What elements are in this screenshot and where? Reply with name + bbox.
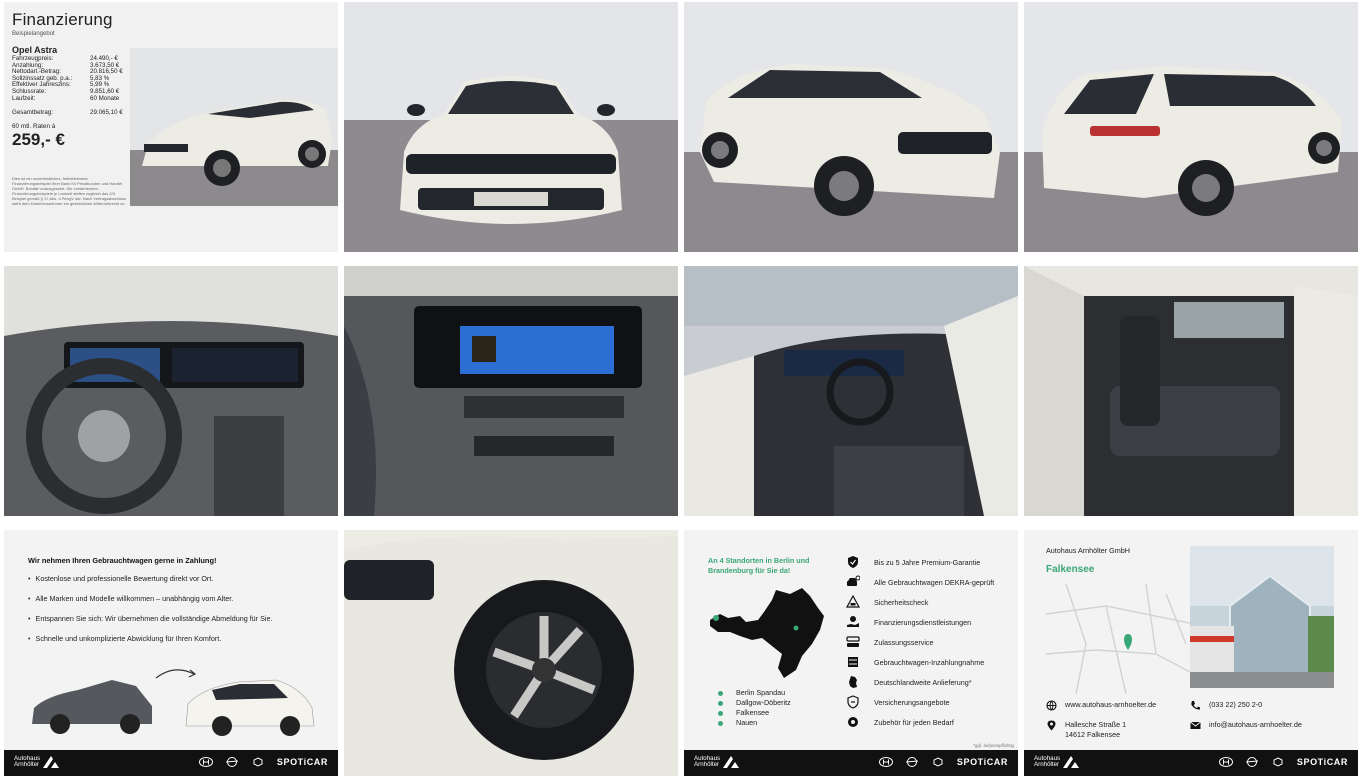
opel-logo-icon bbox=[905, 757, 918, 767]
website-link[interactable]: www.autohaus-arnhoelter.de bbox=[1065, 700, 1156, 710]
opel-logo-icon bbox=[1245, 757, 1258, 767]
locations-tile[interactable]: An 4 Standorten in Berlin und Brandenbur… bbox=[684, 530, 1018, 776]
email-contact[interactable]: info@autohaus-arnhoelter.de bbox=[1190, 720, 1302, 731]
envelope-icon bbox=[1190, 721, 1201, 729]
peugeot-logo-icon bbox=[933, 757, 943, 767]
list-item: Berlin Spandau bbox=[716, 688, 791, 698]
phone-icon bbox=[1191, 701, 1200, 710]
financing-model: Opel Astra bbox=[12, 45, 58, 55]
list-item: Entspannen Sie sich: Wir übernehmen die … bbox=[28, 614, 273, 634]
hyundai-logo-icon bbox=[878, 757, 893, 767]
list-item: Sicherheitscheck bbox=[846, 592, 994, 612]
financing-tile[interactable]: Finanzierung Beispielangebot Opel Astra … bbox=[4, 2, 338, 252]
globe-icon bbox=[1046, 700, 1057, 711]
car-photo-infotainment[interactable] bbox=[344, 266, 678, 516]
list-item: Bis zu 5 Jahre Premium-Garantie bbox=[846, 552, 994, 572]
spoticar-logo: SPOTiCAR bbox=[276, 757, 328, 767]
footer-bar: Autohaus Arnhölter SPOTiCAR bbox=[1024, 750, 1358, 776]
peugeot-logo-icon bbox=[1273, 757, 1283, 767]
car-photo-driver-door-open[interactable] bbox=[684, 266, 1018, 516]
opel-logo-icon bbox=[225, 757, 238, 767]
list-item: Alle Marken und Modelle willkommen – una… bbox=[28, 594, 272, 614]
car-photo-wheel-detail[interactable] bbox=[344, 530, 678, 776]
company-name: Autohaus Arnhölter GmbH bbox=[1046, 546, 1130, 555]
germany-map-icon bbox=[849, 676, 857, 688]
location-list: Berlin Spandau Dallgow-Döberitz Falkense… bbox=[716, 688, 791, 728]
trade-in-list: Kostenlose und professionelle Bewertung … bbox=[28, 574, 273, 654]
license-plate-icon bbox=[846, 636, 860, 647]
footer-bar: Autohaus Arnhölter SPOTiCAR bbox=[4, 750, 338, 776]
brandenburg-map bbox=[710, 588, 824, 678]
financing-title: Finanzierung bbox=[12, 10, 113, 29]
address-contact: Hallesche Straße 1 14612 Falkensee bbox=[1046, 720, 1126, 740]
car-photo-front[interactable] bbox=[344, 2, 678, 252]
car-photo-front-three-quarter bbox=[130, 48, 338, 206]
list-item: Dallgow-Döberitz bbox=[716, 698, 791, 708]
car-photo-side-front[interactable] bbox=[684, 2, 1018, 252]
arnhoelter-logo-icon bbox=[723, 756, 740, 769]
location-map bbox=[1046, 584, 1194, 694]
financing-details: Finanzierung Beispielangebot Opel Astra … bbox=[4, 2, 130, 252]
email-link[interactable]: info@autohaus-arnhoelter.de bbox=[1209, 720, 1302, 730]
car-photo-cockpit[interactable] bbox=[4, 266, 338, 516]
spoticar-logo: SPOTiCAR bbox=[1296, 757, 1348, 767]
insurance-shield-icon bbox=[847, 695, 859, 709]
financing-row: Laufzeit: 60 Monate bbox=[12, 94, 120, 102]
arnhoelter-logo-icon bbox=[1063, 756, 1080, 769]
car-swap-icon bbox=[848, 657, 858, 667]
address-text: Hallesche Straße 1 14612 Falkensee bbox=[1065, 720, 1127, 739]
arnhoelter-logo-icon bbox=[43, 756, 60, 769]
list-item: Gebrauchtwagen-Inzahlungnahme bbox=[846, 652, 994, 672]
phone-contact[interactable]: (033 22) 250 2-0 bbox=[1190, 700, 1262, 711]
spoticar-logo: SPOTiCAR bbox=[956, 757, 1008, 767]
locations-footnote: *ggf. aufpreispflichtig bbox=[973, 743, 1014, 748]
financing-subtitle: Beispielangebot bbox=[12, 31, 55, 37]
trade-in-heading: Wir nehmen Ihren Gebrauchtwagen gerne in… bbox=[28, 556, 217, 565]
service-feature-list: Bis zu 5 Jahre Premium-Garantie Alle Geb… bbox=[846, 552, 994, 732]
website-contact[interactable]: www.autohaus-arnhoelter.de bbox=[1046, 700, 1156, 711]
dealership-photo bbox=[1190, 546, 1334, 688]
shield-check-icon bbox=[848, 556, 858, 568]
list-item: Kostenlose und professionelle Bewertung … bbox=[28, 574, 272, 594]
peugeot-logo-icon bbox=[253, 757, 263, 767]
financing-rates-label: 60 mtl. Raten à bbox=[12, 122, 56, 130]
list-item: Deutschlandweite Anlieferung* bbox=[846, 672, 994, 692]
money-hand-icon bbox=[847, 616, 859, 627]
list-item: Nauen bbox=[716, 718, 791, 728]
list-item: Alle Gebrauchtwagen DEKRA-geprüft bbox=[846, 572, 994, 592]
hyundai-logo-icon bbox=[1218, 757, 1233, 767]
partner-logos: SPOTiCAR bbox=[1218, 757, 1348, 767]
accessories-gear-icon bbox=[848, 717, 858, 727]
hyundai-logo-icon bbox=[198, 757, 213, 767]
autohaus-logo: Autohaus Arnhölter bbox=[1034, 755, 1080, 769]
list-item: Versicherungsangebote bbox=[846, 692, 994, 712]
vehicle-image-gallery: Finanzierung Beispielangebot Opel Astra … bbox=[0, 0, 1363, 776]
car-inspection-icon bbox=[847, 575, 860, 586]
financing-total: Gesamtbetrag: 29.065,10 € bbox=[12, 109, 123, 117]
financing-table: Fahrzeugpreis: 24.490,- € Anzahlung: 3.673… bbox=[12, 55, 128, 117]
locations-heading: An 4 Standorten in Berlin und Brandenbur… bbox=[708, 556, 810, 575]
contact-tile[interactable]: Autohaus Arnhölter GmbH Falkensee www.au… bbox=[1024, 530, 1358, 776]
financing-disclaimer: Dies ist ein unverbindliches, freibleibe… bbox=[12, 175, 126, 206]
phone-number[interactable]: (033 22) 250 2-0 bbox=[1209, 700, 1262, 710]
list-item: Schnelle und unkomplizierte Abwicklung f… bbox=[28, 634, 272, 654]
warning-car-icon bbox=[846, 595, 860, 608]
financing-monthly-rate: 259,- € bbox=[12, 129, 65, 149]
car-photo-rear-seats[interactable] bbox=[1024, 266, 1358, 516]
map-pin-icon bbox=[1047, 720, 1056, 731]
trade-in-cars-illustration bbox=[32, 669, 315, 736]
car-photo-rear-three-quarter[interactable] bbox=[1024, 2, 1358, 252]
list-item: Finanzierungsdienstleistungen bbox=[846, 612, 994, 632]
autohaus-logo: Autohaus Arnhölter bbox=[694, 755, 740, 769]
branch-city: Falkensee bbox=[1046, 564, 1095, 575]
list-item: Zulassungsservice bbox=[846, 632, 994, 652]
list-item: Zubehör für jeden Bedarf bbox=[846, 712, 994, 732]
partner-logos: SPOTiCAR bbox=[878, 757, 1008, 767]
trade-in-tile[interactable]: Wir nehmen Ihren Gebrauchtwagen gerne in… bbox=[4, 530, 338, 776]
list-item: Falkensee bbox=[716, 708, 791, 718]
autohaus-logo: Autohaus Arnhölter bbox=[14, 755, 60, 769]
partner-logos: SPOTiCAR bbox=[198, 757, 328, 767]
footer-bar: Autohaus Arnhölter SPOTiCAR bbox=[684, 750, 1018, 776]
